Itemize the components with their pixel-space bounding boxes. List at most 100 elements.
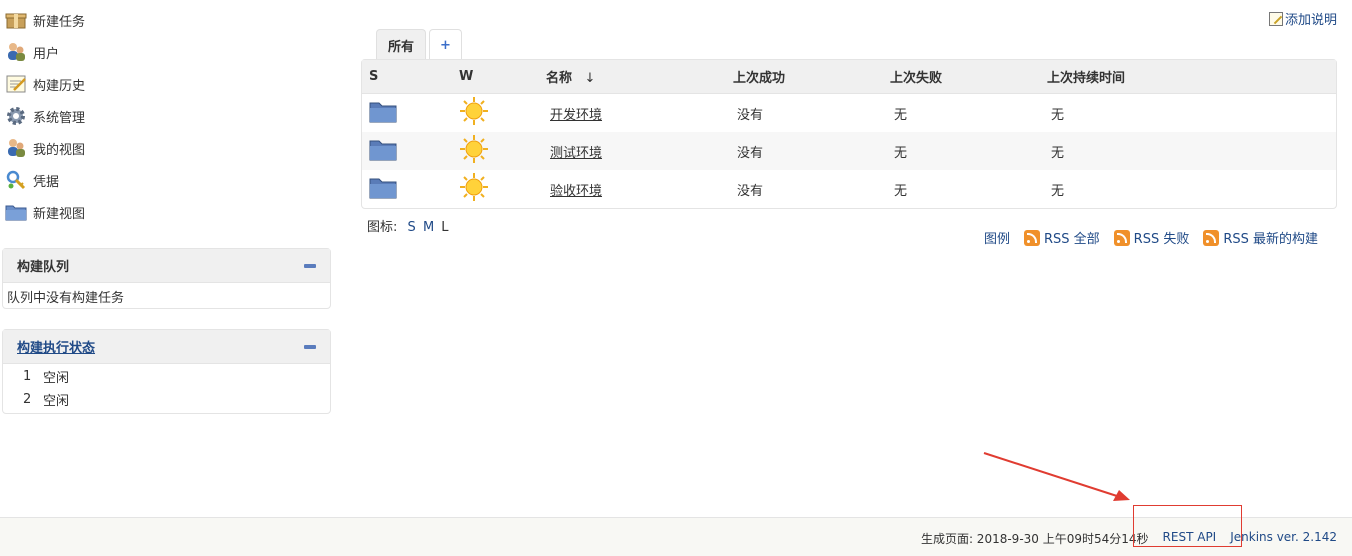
header-name-label: 名称 [546,71,573,86]
rss-icon [1203,229,1220,246]
table-row: 开发环境 没有 无 无 [362,94,1336,132]
last-duration-cell: 无 [1047,132,1336,170]
folder-icon [369,102,397,123]
gear-icon [4,104,28,128]
collapse-icon[interactable] [304,263,316,268]
icon-size-label: 图标: [367,220,398,235]
executors-title[interactable]: 构建执行状态 [17,337,95,356]
rss-latest-label: RSS 最新的构建 [1223,232,1318,247]
executor-number: 2 [23,392,32,407]
job-link[interactable]: 开发环境 [550,108,602,123]
rss-all-label: RSS 全部 [1043,232,1100,247]
annotation-box [1133,505,1242,547]
header-last-duration[interactable]: 上次持续时间 [1047,60,1336,94]
executor-status: 空闲 [43,371,70,386]
build-queue-empty: 队列中没有构建任务 [7,291,125,306]
sunny-icon [460,97,488,125]
weather-cell [459,170,546,208]
collapse-icon[interactable] [304,344,316,349]
task-label: 新建视图 [33,206,86,222]
task-label: 我的视图 [33,142,86,158]
build-queue-title: 构建队列 [17,260,70,275]
name-cell: 测试环境 [546,132,733,170]
header-last-failure[interactable]: 上次失败 [890,60,1047,94]
last-success-cell: 没有 [737,107,764,123]
last-failure-cell: 无 [894,107,908,123]
executors-pane: 构建执行状态 1 空闲 2 空闲 [2,329,331,414]
rss-latest-link[interactable]: RSS 最新的构建 [1203,228,1318,247]
status-cell [362,94,459,132]
folder-icon [369,140,397,161]
executor-row: 2 空闲 [7,388,326,411]
page-generated-text: 生成页面: 2018-9-30 上午09时54分14秒 [920,532,1149,546]
table-row: 测试环境 没有 无 无 [362,132,1336,170]
table-header-row: S W 名称 ↓ 上次成功 上次失败 上次持续时间 [362,60,1336,94]
task-label: 凭据 [33,174,60,190]
header-weather[interactable]: W [459,60,546,94]
edit-icon [1268,11,1283,26]
weather-cell [459,94,546,132]
task-build-history[interactable]: 构建历史 [0,68,340,100]
sunny-icon [460,135,488,163]
view-tabs: 所有 + [376,28,465,60]
task-manage[interactable]: 系统管理 [0,100,340,132]
users-icon [4,136,28,160]
credentials-icon [4,168,28,192]
icon-size-large: L [441,220,449,235]
task-users[interactable]: 用户 [0,36,340,68]
users-icon [4,40,28,64]
job-link[interactable]: 测试环境 [550,146,602,161]
header-last-success[interactable]: 上次成功 [733,60,890,94]
last-duration-cell: 无 [1051,107,1065,123]
icon-size-selector: 图标: S M L [367,216,449,235]
project-table: S W 名称 ↓ 上次成功 上次失败 上次持续时间 开发环境 没有 无 无 测试… [361,59,1337,209]
rss-failed-link[interactable]: RSS 失败 [1113,228,1190,247]
task-label: 新建任务 [33,14,86,30]
folder-icon [369,178,397,199]
task-new-item[interactable]: 新建任务 [0,4,340,36]
rss-failed-label: RSS 失败 [1133,232,1190,247]
sunny-icon [460,173,488,201]
build-queue-header: 构建队列 [3,249,330,283]
job-link[interactable]: 验收环境 [550,184,602,199]
rss-icon [1023,229,1040,246]
rss-all-link[interactable]: RSS 全部 [1023,228,1100,247]
rss-icon [1113,229,1130,246]
new-item-icon [4,8,28,32]
weather-cell [459,132,546,170]
add-description[interactable]: 添加说明 [1268,9,1337,28]
header-status[interactable]: S [362,60,459,94]
executor-number: 1 [23,369,32,384]
executor-status: 空闲 [43,394,70,409]
task-credentials[interactable]: 凭据 [0,164,340,196]
last-success-cell: 没有 [733,132,890,170]
last-duration-cell: 无 [1051,183,1065,199]
table-row: 验收环境 没有 无 无 [362,170,1336,208]
status-cell [362,170,459,208]
task-label: 构建历史 [33,78,86,94]
legend-link[interactable]: 图例 [984,228,1010,247]
tab-add-view[interactable]: + [429,29,462,60]
status-cell [362,132,459,170]
last-failure-cell: 无 [890,132,1047,170]
jenkins-version-link[interactable]: Jenkins ver. 2.142 [1230,530,1337,547]
icon-size-small[interactable]: S [408,220,416,235]
task-my-views[interactable]: 我的视图 [0,132,340,164]
executor-row: 1 空闲 [7,365,326,388]
sort-arrow-icon: ↓ [584,71,596,86]
name-cell: 开发环境 [546,94,733,132]
add-description-link[interactable]: 添加说明 [1285,9,1337,28]
last-success-cell: 没有 [737,183,764,199]
executors-header: 构建执行状态 [3,330,330,364]
task-label: 用户 [33,46,60,62]
tab-all[interactable]: 所有 [376,29,427,60]
last-failure-cell: 无 [894,183,908,199]
icon-size-medium[interactable]: M [423,220,434,235]
build-history-icon [4,72,28,96]
folder-icon [4,200,28,224]
name-cell: 验收环境 [546,170,733,208]
task-new-view[interactable]: 新建视图 [0,196,340,228]
rss-links: 图例 RSS 全部 RSS 失败 RSS 最新的构建 [970,228,1318,247]
annotation-arrow [983,452,1130,501]
header-name[interactable]: 名称 ↓ [546,60,733,94]
